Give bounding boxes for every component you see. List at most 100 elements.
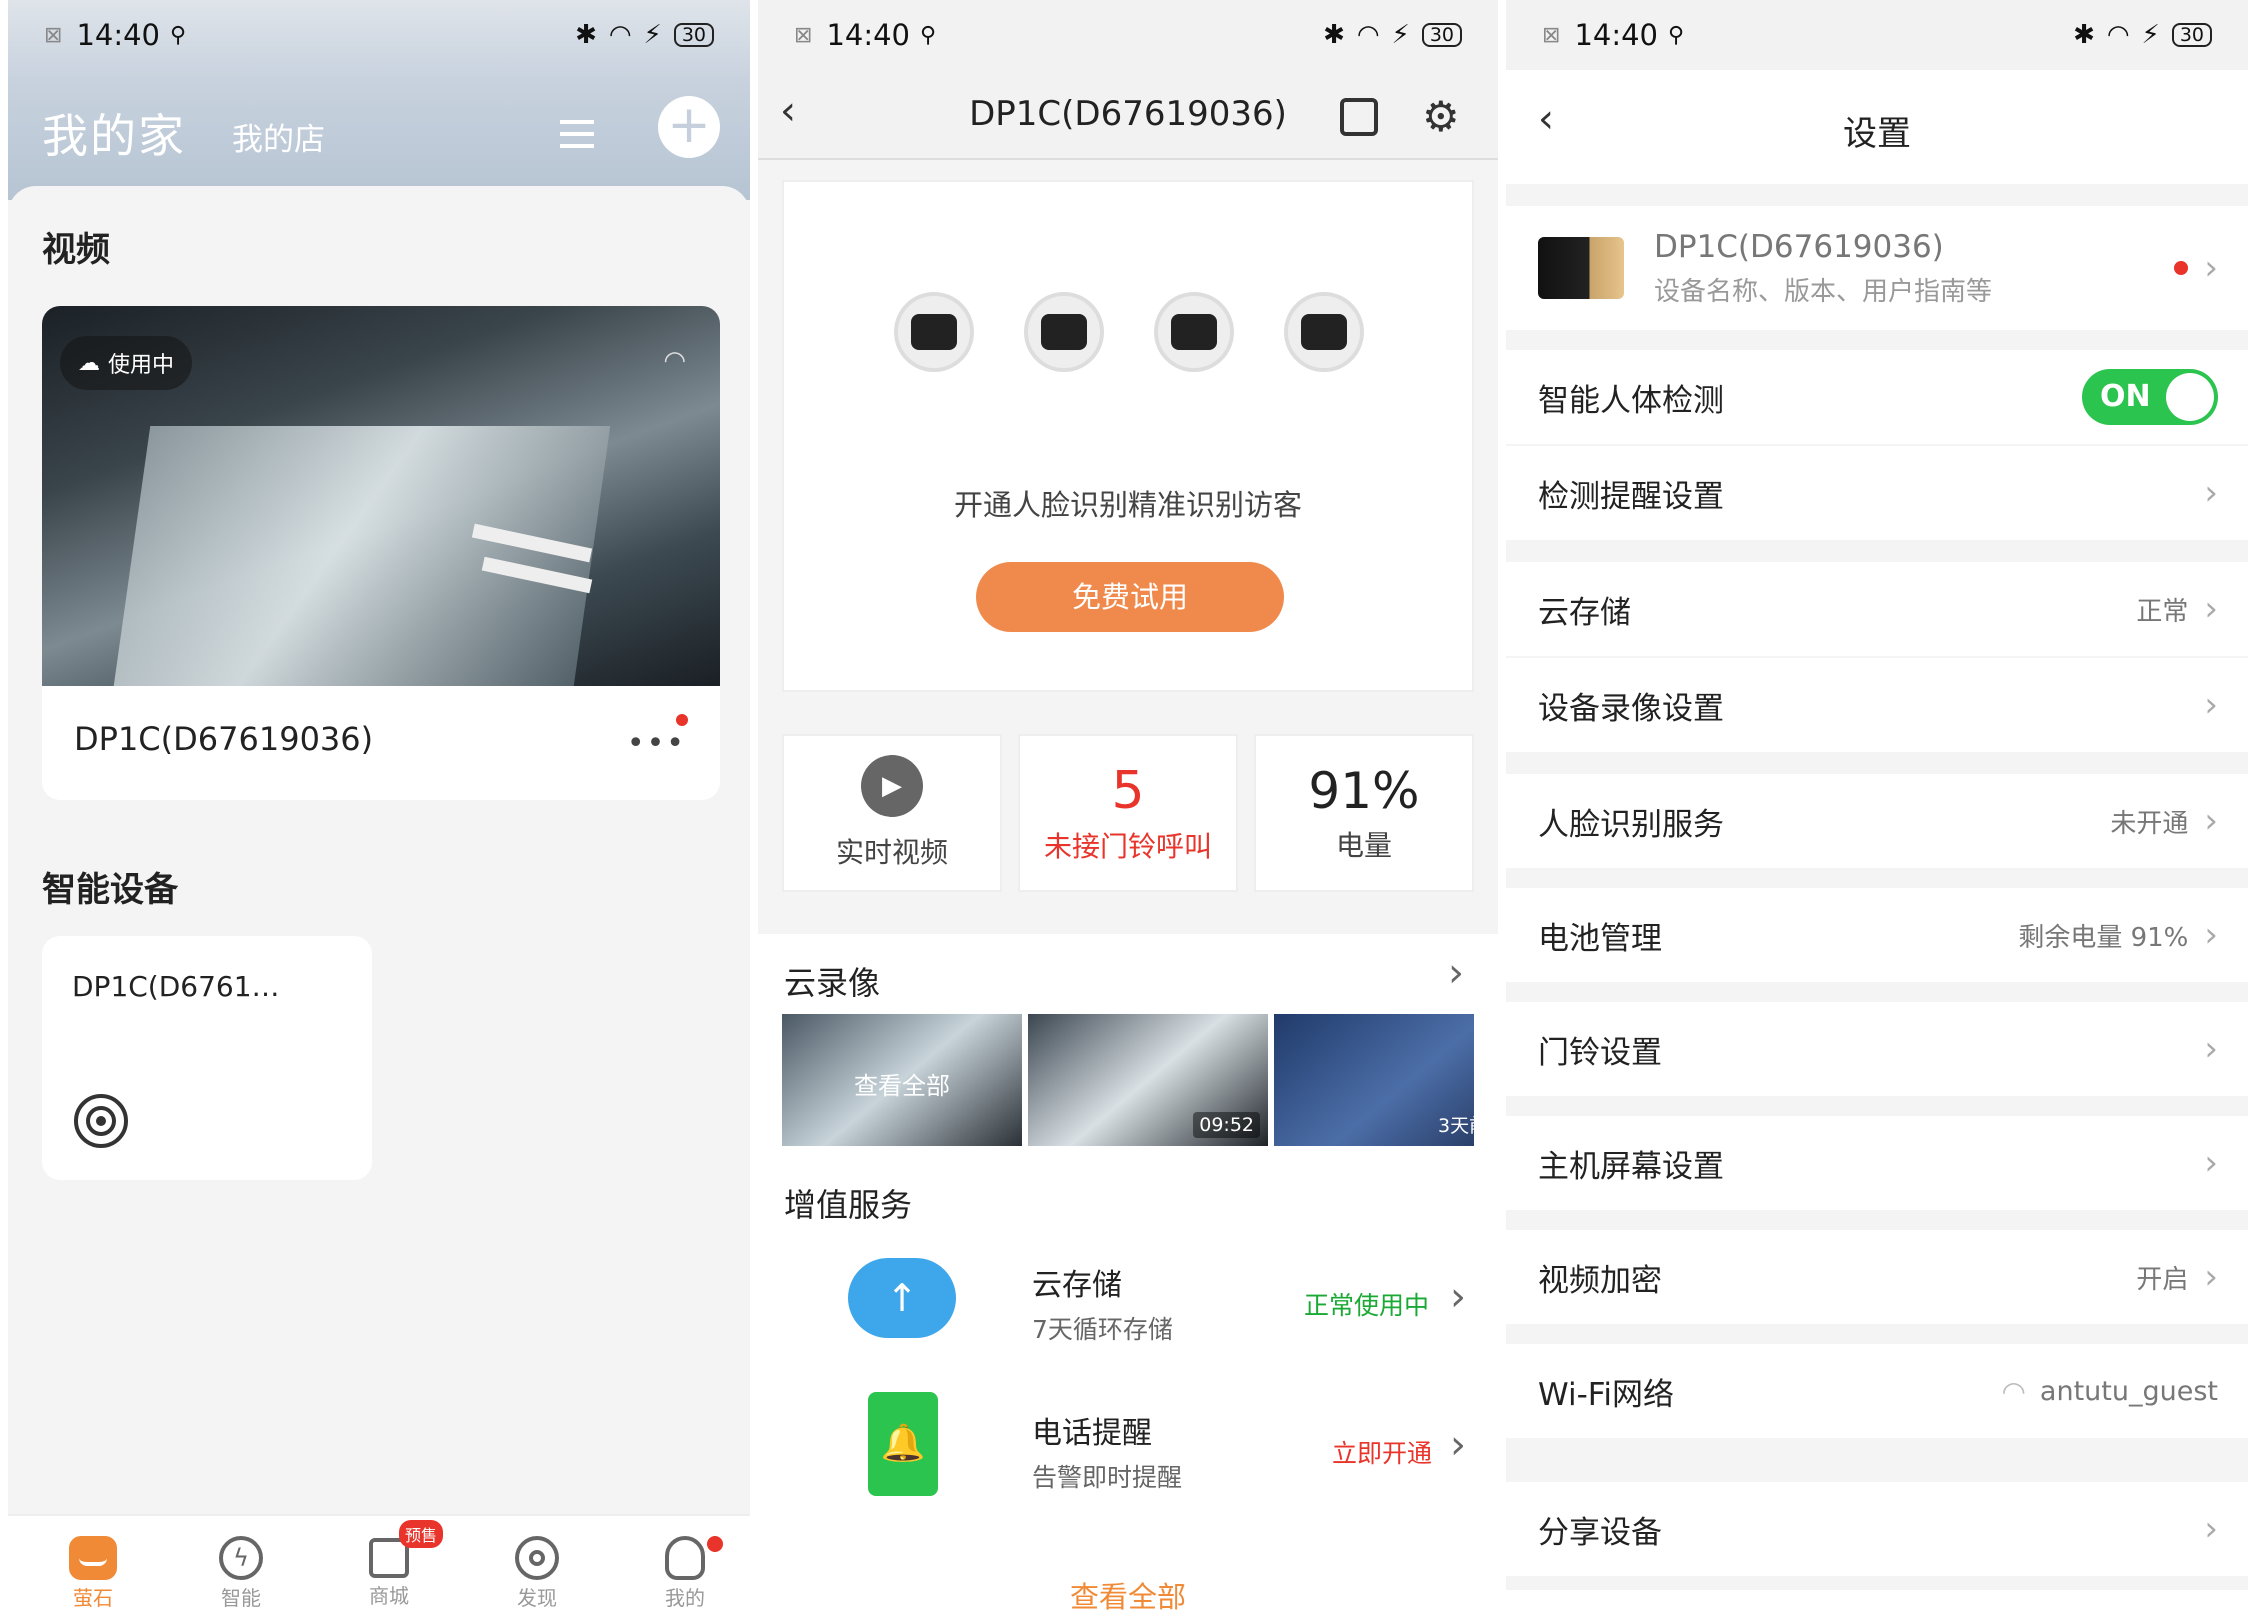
face-avatars — [894, 292, 1364, 372]
share-icon[interactable] — [1340, 98, 1378, 136]
red-dot — [676, 714, 688, 726]
setting-label: 人脸识别服务 — [1538, 806, 1724, 843]
setting-label: 云存储 — [1538, 594, 1631, 631]
chevron-right-icon: › — [1450, 1274, 1466, 1320]
setting-row-screen[interactable]: 主机屏幕设置 › — [1506, 1116, 2248, 1210]
setting-row-recording[interactable]: 设备录像设置 › — [1506, 658, 2248, 752]
wifi-status-icon: ◠ — [608, 20, 632, 50]
page-title: DP1C(D67619036) — [969, 94, 1287, 134]
setting-label: 门铃设置 — [1538, 1034, 1662, 1071]
video-card[interactable]: ☁ 使用中 ◠ DP1C(D67619036) ••• — [42, 306, 720, 800]
discover-icon — [515, 1536, 559, 1580]
play-icon: ▶ — [861, 755, 923, 817]
header-divider — [758, 158, 1498, 160]
setting-row-battery[interactable]: 电池管理 剩余电量 91% › — [1506, 888, 2248, 982]
human-detection-toggle[interactable]: ON — [2082, 369, 2218, 425]
setting-row-partial — [1506, 1590, 2248, 1624]
setting-row-share[interactable]: 分享设备 › — [1506, 1482, 2248, 1576]
setting-row-video-encryption[interactable]: 视频加密 开启 › — [1506, 1230, 2248, 1324]
nav-smart[interactable]: ϟ 智能 — [181, 1516, 301, 1611]
setting-row-doorbell[interactable]: 门铃设置 › — [1506, 1002, 2248, 1096]
view-all-services-link[interactable]: 查看全部 — [758, 1574, 1498, 1616]
live-video-tile[interactable]: ▶ 实时视频 — [782, 734, 1002, 892]
toggle-state: ON — [2100, 379, 2151, 414]
nav-label: 我的 — [665, 1586, 705, 1610]
setting-label: 视频加密 — [1538, 1262, 1662, 1299]
device-thumbnail — [1538, 237, 1624, 299]
toggle-knob — [2166, 373, 2214, 421]
video-thumbnail[interactable]: 09:52 — [1028, 1014, 1268, 1146]
chevron-right-icon: › — [2204, 248, 2218, 288]
view-all-thumb-label: 查看全部 — [854, 1072, 950, 1100]
charging-icon: ⚡ — [1391, 20, 1410, 50]
thumb-time: 09:52 — [1193, 1112, 1260, 1138]
more-options-icon[interactable]: ••• — [627, 726, 686, 761]
setting-row-human-detection[interactable]: 智能人体检测 ON — [1506, 350, 2248, 444]
setting-value: 正常 — [2136, 596, 2189, 627]
bell-icon: 🔔 — [868, 1392, 938, 1496]
nav-profile[interactable]: 我的 — [625, 1516, 745, 1611]
nav-label: 商城 — [369, 1584, 409, 1608]
charging-icon: ⚡ — [2141, 20, 2160, 50]
plus-icon[interactable]: + — [658, 96, 720, 158]
bluetooth-icon: ✱ — [575, 20, 597, 50]
page-title[interactable]: 我的家 — [42, 100, 186, 166]
nav-label: 萤石 — [73, 1586, 113, 1610]
wifi-icon: ◠ — [663, 346, 686, 376]
video-thumbnail[interactable]: 3天前 — [1274, 1014, 1474, 1146]
nav-mall[interactable]: 预售 商城 — [329, 1516, 449, 1609]
cloud-upload-icon: ↑ — [848, 1258, 956, 1338]
in-use-badge: ☁ 使用中 — [60, 336, 193, 390]
section-title-smart-devices: 智能设备 — [42, 870, 178, 910]
stat-value: 5 — [1111, 761, 1145, 821]
video-device-name: DP1C(D67619036) — [74, 720, 374, 758]
setting-row-wifi[interactable]: Wi-Fi网络 ◠ antutu_guest — [1506, 1344, 2248, 1438]
free-trial-button[interactable]: 免费试用 — [976, 562, 1284, 632]
battery-tile[interactable]: 91% 电量 — [1254, 734, 1474, 892]
video-thumbnail[interactable]: 查看全部 — [782, 1014, 1022, 1146]
setting-row-cloud-storage[interactable]: 云存储 正常 › — [1506, 562, 2248, 656]
nav-label: 发现 — [517, 1586, 557, 1610]
chevron-right-icon: › — [2204, 1509, 2218, 1549]
chevron-right-icon: › — [2204, 1029, 2218, 1069]
nav-home[interactable]: 萤石 — [33, 1516, 153, 1611]
status-bar: ⊠ 14:40 ⚲ ✱ ◠ ⚡ 30 — [1506, 0, 2248, 70]
setting-label: 电池管理 — [1538, 920, 1662, 957]
battery-indicator: 30 — [2171, 23, 2212, 47]
gear-icon[interactable]: ⚙ — [1422, 92, 1460, 141]
preview-floor — [113, 426, 611, 686]
setting-label: 分享设备 — [1538, 1514, 1662, 1551]
device-card-name: DP1C(D6761… — [72, 970, 280, 1003]
chevron-right-icon[interactable]: › — [1448, 950, 1464, 996]
status-time: 14:40 — [1574, 18, 1659, 52]
page-title: 设置 — [1843, 114, 1911, 154]
missed-calls-tile[interactable]: 5 未接门铃呼叫 — [1018, 734, 1238, 892]
usb-icon: ⚲ — [920, 22, 937, 48]
setting-value: 剩余电量 91% — [2018, 922, 2189, 953]
setting-row-face-recognition[interactable]: 人脸识别服务 未开通 › — [1506, 774, 2248, 868]
device-info-row[interactable]: DP1C(D67619036) 设备名称、版本、用户指南等 › — [1506, 206, 2248, 330]
status-time: 14:40 — [826, 18, 911, 52]
thumb-time: 3天前 — [1438, 1115, 1474, 1137]
bolt-icon: ϟ — [219, 1536, 263, 1580]
service-item[interactable]: ↑ 云存储 7天循环存储 正常使用中 › — [758, 1250, 1498, 1380]
chevron-right-icon: › — [2204, 1143, 2218, 1183]
service-desc: 7天循环存储 — [1032, 1315, 1173, 1344]
nav-discover[interactable]: 发现 — [477, 1516, 597, 1611]
cloud-icon: ☁ — [78, 350, 100, 376]
setting-value: 开启 — [2136, 1264, 2189, 1295]
bluetooth-icon: ✱ — [2073, 20, 2095, 50]
battery-indicator: 30 — [1421, 23, 1462, 47]
device-card[interactable]: DP1C(D6761… — [42, 936, 372, 1180]
service-item[interactable]: 🔔 电话提醒 告警即时提醒 立即开通 › — [758, 1392, 1498, 1522]
charging-icon: ⚡ — [643, 20, 662, 50]
camera-preview[interactable]: ☁ 使用中 ◠ — [42, 306, 720, 686]
cloud-video-title: 云录像 — [784, 964, 881, 1002]
setting-label: 设备录像设置 — [1538, 690, 1724, 727]
stat-value: 91% — [1308, 762, 1420, 820]
tab-my-store[interactable]: 我的店 — [232, 114, 325, 159]
menu-icon[interactable] — [560, 118, 594, 148]
setting-label: Wi-Fi网络 — [1538, 1376, 1674, 1413]
setting-row-detect-alert[interactable]: 检测提醒设置 › — [1506, 446, 2248, 540]
wifi-status-icon: ◠ — [2106, 20, 2130, 50]
